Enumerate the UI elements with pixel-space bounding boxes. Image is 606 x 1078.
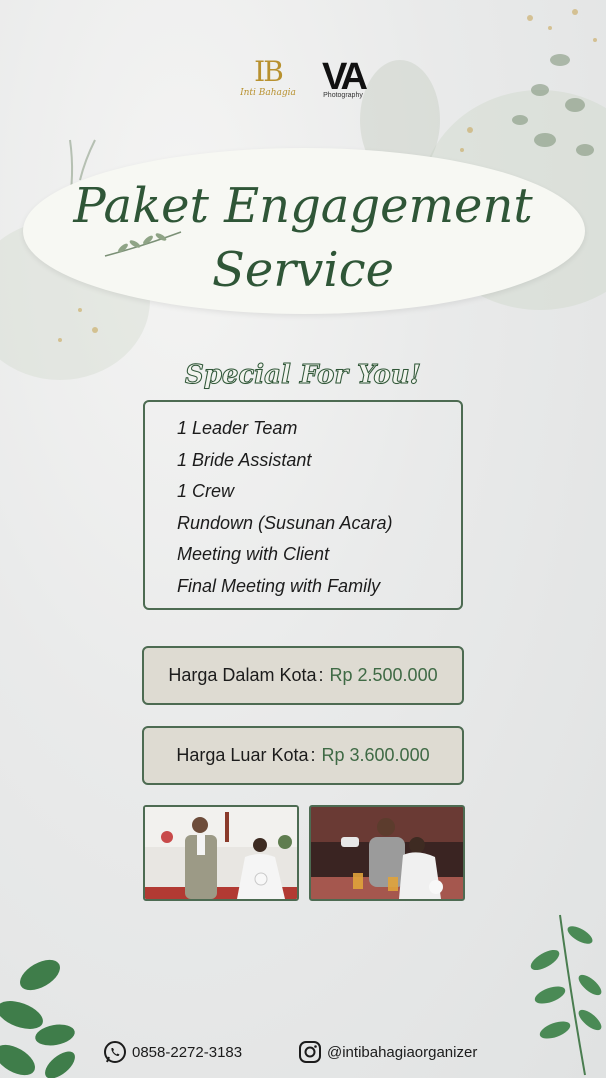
couple-photo-2 bbox=[309, 805, 465, 901]
phone-number[interactable]: 0858-2272-3183 bbox=[132, 1044, 242, 1061]
logo-name-ib: Inti Bahagia bbox=[240, 88, 296, 98]
special-heading: Special For You! bbox=[184, 360, 422, 391]
logo-monogram-va: VA bbox=[322, 56, 368, 98]
price-separator: : bbox=[310, 745, 316, 765]
logo-monogram-ib: IB bbox=[254, 55, 284, 88]
price-label: Harga Dalam Kota bbox=[168, 665, 317, 685]
features-box: 1 Leader Team 1 Bride Assistant 1 Crew R… bbox=[143, 400, 463, 610]
page-title-line2: Service bbox=[212, 242, 394, 298]
price-box-luar-kota: Harga Luar Kota : Rp 3.600.000 bbox=[142, 726, 464, 785]
feature-item: 1 Crew bbox=[177, 481, 235, 501]
feature-item: Rundown (Susunan Acara) bbox=[177, 512, 393, 533]
page-title-line1: Paket Engagement bbox=[73, 178, 533, 234]
price-label: Harga Luar Kota bbox=[176, 745, 309, 765]
instagram-icon bbox=[299, 1041, 321, 1063]
features-list: 1 Leader Team 1 Bride Assistant 1 Crew R… bbox=[177, 416, 392, 605]
whatsapp-icon bbox=[104, 1041, 126, 1063]
price-value: Rp 3.600.000 bbox=[321, 745, 430, 765]
feature-item: 1 Leader Team bbox=[177, 418, 298, 438]
price-separator: : bbox=[318, 665, 324, 685]
contact-instagram[interactable]: @intibahagiaorganizer bbox=[298, 1040, 477, 1064]
feature-item: Final Meeting with Family bbox=[177, 575, 381, 596]
logo-bar: IB Inti Bahagia VA Photography bbox=[0, 58, 606, 108]
va-photography-logo: VA Photography bbox=[312, 58, 374, 100]
price-box-dalam-kota: Harga Dalam Kota : Rp 2.500.000 bbox=[142, 646, 464, 705]
instagram-handle[interactable]: @intibahagiaorganizer bbox=[327, 1044, 477, 1061]
contact-phone[interactable]: 0858-2272-3183 bbox=[103, 1040, 242, 1064]
inti-bahagia-logo: IB Inti Bahagia bbox=[233, 55, 303, 99]
price-value: Rp 2.500.000 bbox=[329, 665, 438, 685]
couple-photo-1 bbox=[143, 805, 299, 901]
feature-item: Meeting with Client bbox=[177, 544, 330, 564]
feature-item: 1 Bride Assistant bbox=[177, 449, 312, 470]
